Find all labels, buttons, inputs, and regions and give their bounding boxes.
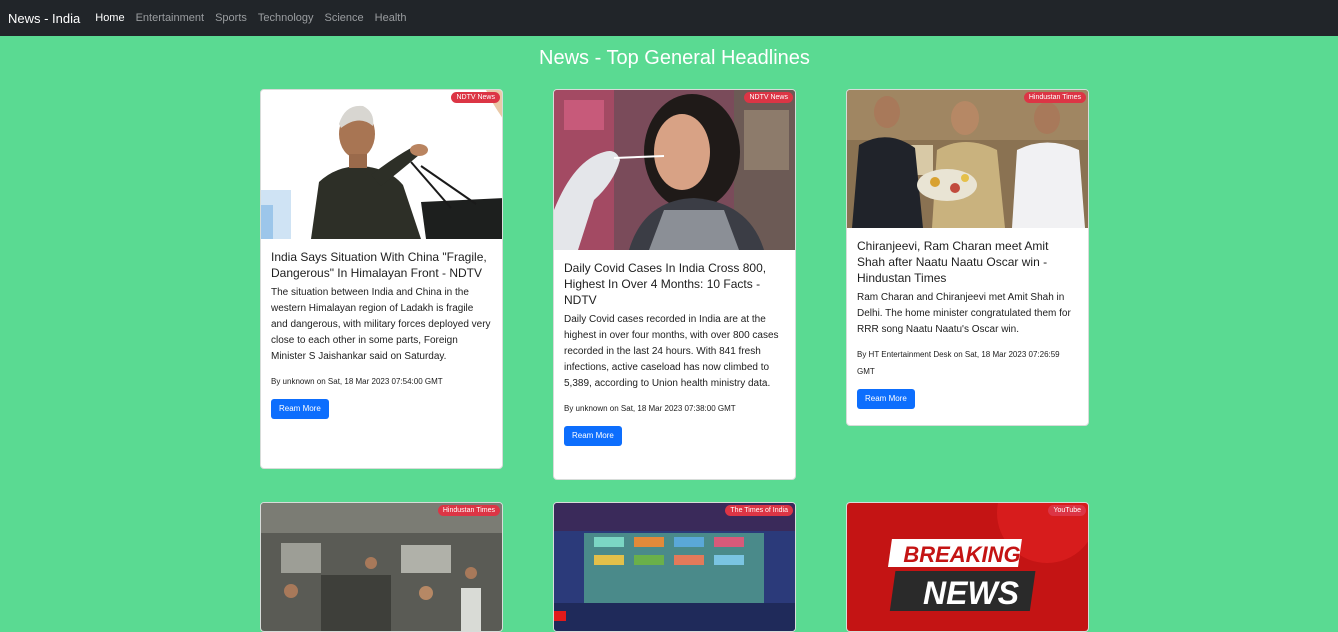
card-description: The situation between India and China in… xyxy=(271,287,491,362)
source-badge: NDTV News xyxy=(451,92,500,103)
news-card: Hindustan Times xyxy=(260,502,503,632)
card-byline: By HT Entertainment Desk on Sat, 18 Mar … xyxy=(857,350,1060,376)
card-byline: By unknown on Sat, 18 Mar 2023 07:38:00 … xyxy=(564,404,736,413)
card-description: Daily Covid cases recorded in India are … xyxy=(564,314,779,389)
nav-link-technology[interactable]: Technology xyxy=(258,12,314,24)
navbar-brand[interactable]: News - India xyxy=(8,11,80,26)
news-image-amit-shah-meeting[interactable]: Hindustan Times xyxy=(847,90,1088,228)
card-description: Ram Charan and Chiranjeevi met Amit Shah… xyxy=(857,292,1071,335)
read-more-button[interactable]: Ream More xyxy=(271,399,329,419)
news-image-jaishankar[interactable]: NDTV News xyxy=(261,90,502,239)
card-body: Chiranjeevi, Ram Charan meet Amit Shah a… xyxy=(847,228,1088,419)
read-more-button[interactable]: Ream More xyxy=(857,389,915,409)
card-title: Chiranjeevi, Ram Charan meet Amit Shah a… xyxy=(857,239,1049,285)
source-badge: Hindustan Times xyxy=(1023,92,1086,103)
card-byline: By unknown on Sat, 18 Mar 2023 07:54:00 … xyxy=(271,377,443,386)
news-card: NDTV News Daily Covid Cases In India Cro… xyxy=(553,89,796,480)
news-text: NEWS xyxy=(923,575,1020,611)
source-badge: Hindustan Times xyxy=(437,505,500,516)
card-title: India Says Situation With China "Fragile… xyxy=(271,250,487,280)
top-navbar: News - India Home Entertainment Sports T… xyxy=(0,0,1338,36)
news-card: NDTV News India Says Situation With Chin… xyxy=(260,89,503,469)
card-body: India Says Situation With China "Fragile… xyxy=(261,239,502,429)
news-card: Hindustan Times Chiranjeevi, Ram Charan … xyxy=(846,89,1089,426)
read-more-button[interactable]: Ream More xyxy=(564,426,622,446)
breaking-text: BREAKING xyxy=(903,542,1020,567)
source-badge: The Times of India xyxy=(725,505,793,516)
card-title: Daily Covid Cases In India Cross 800, Hi… xyxy=(564,261,767,307)
nav-link-home[interactable]: Home xyxy=(95,12,124,24)
page-title: News - Top General Headlines xyxy=(539,47,810,69)
nav-link-health[interactable]: Health xyxy=(375,12,407,24)
news-card: BREAKING NEWS YouTube xyxy=(846,502,1089,632)
nav-link-sports[interactable]: Sports xyxy=(215,12,247,24)
news-card: The Times of India xyxy=(553,502,796,632)
source-badge: YouTube xyxy=(1048,505,1086,516)
news-image-stadium-seats[interactable]: The Times of India xyxy=(554,503,795,631)
source-badge: NDTV News xyxy=(744,92,793,103)
nav-link-science[interactable]: Science xyxy=(325,12,364,24)
nav-link-entertainment[interactable]: Entertainment xyxy=(136,12,204,24)
card-body: Daily Covid Cases In India Cross 800, Hi… xyxy=(554,250,795,456)
news-image-breaking-news[interactable]: BREAKING NEWS YouTube xyxy=(847,503,1088,631)
news-image-crowd[interactable]: Hindustan Times xyxy=(261,503,502,631)
news-image-covid-test[interactable]: NDTV News xyxy=(554,90,795,250)
